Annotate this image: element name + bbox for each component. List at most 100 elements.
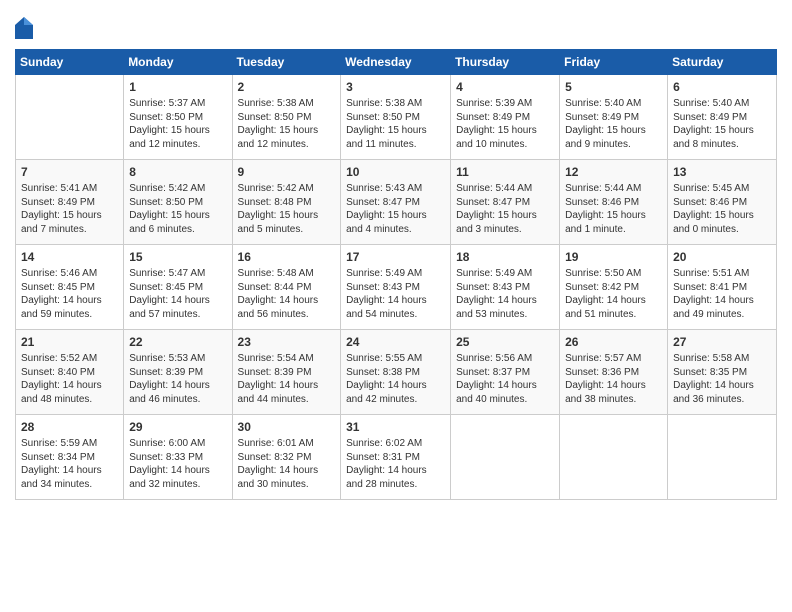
cell-sunset: Sunset: 8:36 PM	[565, 366, 662, 380]
cell-sunset: Sunset: 8:49 PM	[456, 111, 554, 125]
cell-sunrise: Sunrise: 5:39 AM	[456, 97, 554, 111]
cell-sunrise: Sunrise: 6:02 AM	[346, 437, 445, 451]
cell-sunset: Sunset: 8:33 PM	[129, 451, 226, 465]
weekday-header: Sunday	[16, 50, 124, 75]
cell-day-number: 9	[238, 164, 336, 180]
cell-daylight: Daylight: 15 hours and 9 minutes.	[565, 124, 662, 151]
cell-sunset: Sunset: 8:38 PM	[346, 366, 445, 380]
cell-day-number: 28	[21, 419, 118, 435]
cell-day-number: 14	[21, 249, 118, 265]
cell-daylight: Daylight: 14 hours and 56 minutes.	[238, 294, 336, 321]
cell-day-number: 17	[346, 249, 445, 265]
cell-sunset: Sunset: 8:46 PM	[673, 196, 771, 210]
calendar-cell: 1Sunrise: 5:37 AMSunset: 8:50 PMDaylight…	[124, 75, 232, 160]
cell-daylight: Daylight: 15 hours and 1 minute.	[565, 209, 662, 236]
cell-sunrise: Sunrise: 6:00 AM	[129, 437, 226, 451]
cell-sunset: Sunset: 8:50 PM	[346, 111, 445, 125]
cell-day-number: 31	[346, 419, 445, 435]
cell-sunset: Sunset: 8:45 PM	[21, 281, 118, 295]
cell-sunset: Sunset: 8:31 PM	[346, 451, 445, 465]
calendar-week-row: 14Sunrise: 5:46 AMSunset: 8:45 PMDayligh…	[16, 245, 777, 330]
calendar-cell: 15Sunrise: 5:47 AMSunset: 8:45 PMDayligh…	[124, 245, 232, 330]
weekday-header: Thursday	[451, 50, 560, 75]
cell-daylight: Daylight: 14 hours and 28 minutes.	[346, 464, 445, 491]
cell-sunrise: Sunrise: 5:58 AM	[673, 352, 771, 366]
header	[15, 15, 777, 39]
weekday-header: Friday	[560, 50, 668, 75]
cell-daylight: Daylight: 14 hours and 53 minutes.	[456, 294, 554, 321]
cell-sunset: Sunset: 8:50 PM	[129, 196, 226, 210]
cell-sunrise: Sunrise: 5:53 AM	[129, 352, 226, 366]
cell-daylight: Daylight: 15 hours and 12 minutes.	[129, 124, 226, 151]
calendar-week-row: 7Sunrise: 5:41 AMSunset: 8:49 PMDaylight…	[16, 160, 777, 245]
cell-sunset: Sunset: 8:49 PM	[21, 196, 118, 210]
calendar-cell: 13Sunrise: 5:45 AMSunset: 8:46 PMDayligh…	[668, 160, 777, 245]
logo-icon	[15, 17, 33, 39]
cell-day-number: 22	[129, 334, 226, 350]
cell-sunset: Sunset: 8:43 PM	[456, 281, 554, 295]
cell-day-number: 10	[346, 164, 445, 180]
cell-day-number: 11	[456, 164, 554, 180]
calendar-week-row: 21Sunrise: 5:52 AMSunset: 8:40 PMDayligh…	[16, 330, 777, 415]
cell-day-number: 2	[238, 79, 336, 95]
cell-day-number: 18	[456, 249, 554, 265]
calendar-cell: 2Sunrise: 5:38 AMSunset: 8:50 PMDaylight…	[232, 75, 341, 160]
weekday-header: Tuesday	[232, 50, 341, 75]
calendar-cell: 4 Sunrise: 5:39 AMSunset: 8:49 PMDaylight…	[451, 75, 560, 160]
calendar-cell: 9Sunrise: 5:42 AMSunset: 8:48 PMDaylight…	[232, 160, 341, 245]
cell-sunrise: Sunrise: 5:50 AM	[565, 267, 662, 281]
cell-sunrise: Sunrise: 5:44 AM	[456, 182, 554, 196]
calendar-cell: 21Sunrise: 5:52 AMSunset: 8:40 PMDayligh…	[16, 330, 124, 415]
cell-daylight: Daylight: 14 hours and 54 minutes.	[346, 294, 445, 321]
cell-day-number: 6	[673, 79, 771, 95]
cell-day-number: 5	[565, 79, 662, 95]
cell-day-number: 24	[346, 334, 445, 350]
weekday-row: SundayMondayTuesdayWednesdayThursdayFrid…	[16, 50, 777, 75]
calendar-cell: 31 Sunrise: 6:02 AMSunset: 8:31 PMDayligh…	[341, 415, 451, 500]
cell-daylight: Daylight: 14 hours and 32 minutes.	[129, 464, 226, 491]
calendar-cell: 8Sunrise: 5:42 AMSunset: 8:50 PMDaylight…	[124, 160, 232, 245]
cell-day-number: 4	[456, 79, 554, 95]
cell-day-number: 3	[346, 79, 445, 95]
cell-sunrise: Sunrise: 5:46 AM	[21, 267, 118, 281]
cell-sunrise: Sunrise: 5:48 AM	[238, 267, 336, 281]
calendar-cell: 18Sunrise: 5:49 AMSunset: 8:43 PMDayligh…	[451, 245, 560, 330]
cell-sunrise: Sunrise: 5:38 AM	[346, 97, 445, 111]
cell-daylight: Daylight: 15 hours and 12 minutes.	[238, 124, 336, 151]
calendar-cell: 7Sunrise: 5:41 AMSunset: 8:49 PMDaylight…	[16, 160, 124, 245]
calendar-cell	[451, 415, 560, 500]
calendar-week-row: 1Sunrise: 5:37 AMSunset: 8:50 PMDaylight…	[16, 75, 777, 160]
cell-daylight: Daylight: 15 hours and 10 minutes.	[456, 124, 554, 151]
calendar-page: SundayMondayTuesdayWednesdayThursdayFrid…	[0, 0, 792, 612]
calendar-cell: 30Sunrise: 6:01 AMSunset: 8:32 PMDayligh…	[232, 415, 341, 500]
cell-daylight: Daylight: 14 hours and 57 minutes.	[129, 294, 226, 321]
calendar-cell: 29Sunrise: 6:00 AMSunset: 8:33 PMDayligh…	[124, 415, 232, 500]
calendar-cell: 6Sunrise: 5:40 AMSunset: 8:49 PMDaylight…	[668, 75, 777, 160]
calendar-cell: 25Sunrise: 5:56 AMSunset: 8:37 PMDayligh…	[451, 330, 560, 415]
cell-day-number: 26	[565, 334, 662, 350]
cell-sunset: Sunset: 8:35 PM	[673, 366, 771, 380]
cell-daylight: Daylight: 14 hours and 51 minutes.	[565, 294, 662, 321]
cell-sunset: Sunset: 8:50 PM	[129, 111, 226, 125]
cell-day-number: 20	[673, 249, 771, 265]
cell-daylight: Daylight: 14 hours and 42 minutes.	[346, 379, 445, 406]
cell-day-number: 1	[129, 79, 226, 95]
cell-daylight: Daylight: 14 hours and 44 minutes.	[238, 379, 336, 406]
cell-sunset: Sunset: 8:47 PM	[456, 196, 554, 210]
cell-sunrise: Sunrise: 5:47 AM	[129, 267, 226, 281]
calendar-cell: 19Sunrise: 5:50 AMSunset: 8:42 PMDayligh…	[560, 245, 668, 330]
cell-sunset: Sunset: 8:49 PM	[673, 111, 771, 125]
cell-sunset: Sunset: 8:47 PM	[346, 196, 445, 210]
cell-day-number: 16	[238, 249, 336, 265]
cell-daylight: Daylight: 14 hours and 36 minutes.	[673, 379, 771, 406]
cell-sunrise: Sunrise: 5:55 AM	[346, 352, 445, 366]
cell-day-number: 21	[21, 334, 118, 350]
weekday-header: Wednesday	[341, 50, 451, 75]
cell-sunset: Sunset: 8:42 PM	[565, 281, 662, 295]
calendar-table: SundayMondayTuesdayWednesdayThursdayFrid…	[15, 49, 777, 500]
cell-daylight: Daylight: 15 hours and 6 minutes.	[129, 209, 226, 236]
cell-sunset: Sunset: 8:45 PM	[129, 281, 226, 295]
cell-sunset: Sunset: 8:43 PM	[346, 281, 445, 295]
logo	[15, 15, 35, 39]
cell-sunrise: Sunrise: 5:41 AM	[21, 182, 118, 196]
